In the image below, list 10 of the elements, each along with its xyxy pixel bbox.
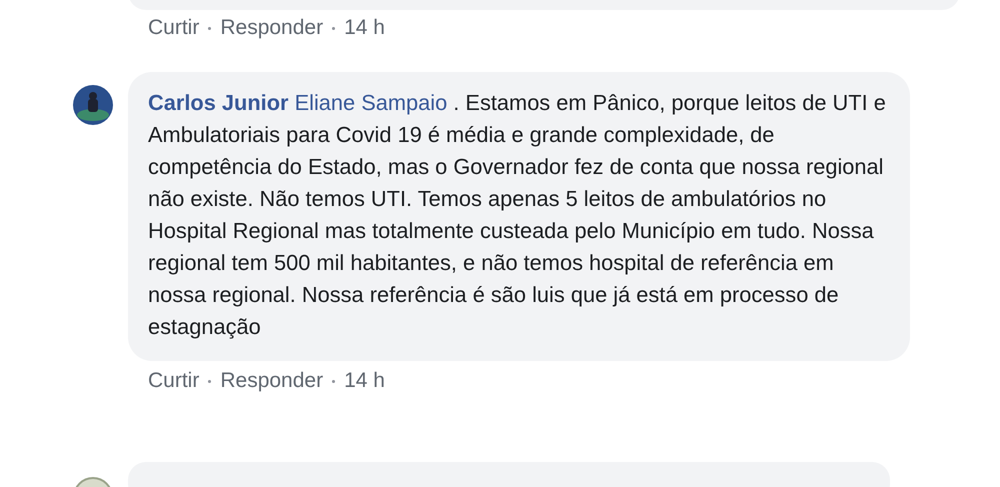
mention-link[interactable]: Eliane Sampaio bbox=[294, 90, 448, 115]
author-link[interactable]: Carlos Junior bbox=[148, 90, 288, 115]
timestamp[interactable]: 14 h bbox=[344, 12, 385, 44]
action-link[interactable]: Responder bbox=[220, 12, 324, 44]
action-link[interactable]: Curtir bbox=[148, 12, 200, 44]
comment-text: Carlos Junior Eliane Sampaio . Estamos em Pânico, porque leitos de UTI e Ambulatoriais para Covid 19 é média e grande complexidade, de competência do Estado, mas o Governador fez de conta que nossa regional não existe. Não temos UTI. Temos apenas 5 leitos de ambulatórios no Hospital Regional mas totalmente custeada pelo Município em tudo. Nossa regional tem 500 mil habitantes, e não temos hospital de referência em nossa regional. Nossa referência é são luis que já está em processo de estagnação bbox=[148, 89, 887, 341]
action-link[interactable]: Responder bbox=[220, 365, 324, 397]
action-link[interactable]: Curtir bbox=[148, 365, 200, 397]
avatar[interactable] bbox=[73, 85, 113, 125]
timestamp[interactable]: 14 h bbox=[344, 365, 385, 397]
